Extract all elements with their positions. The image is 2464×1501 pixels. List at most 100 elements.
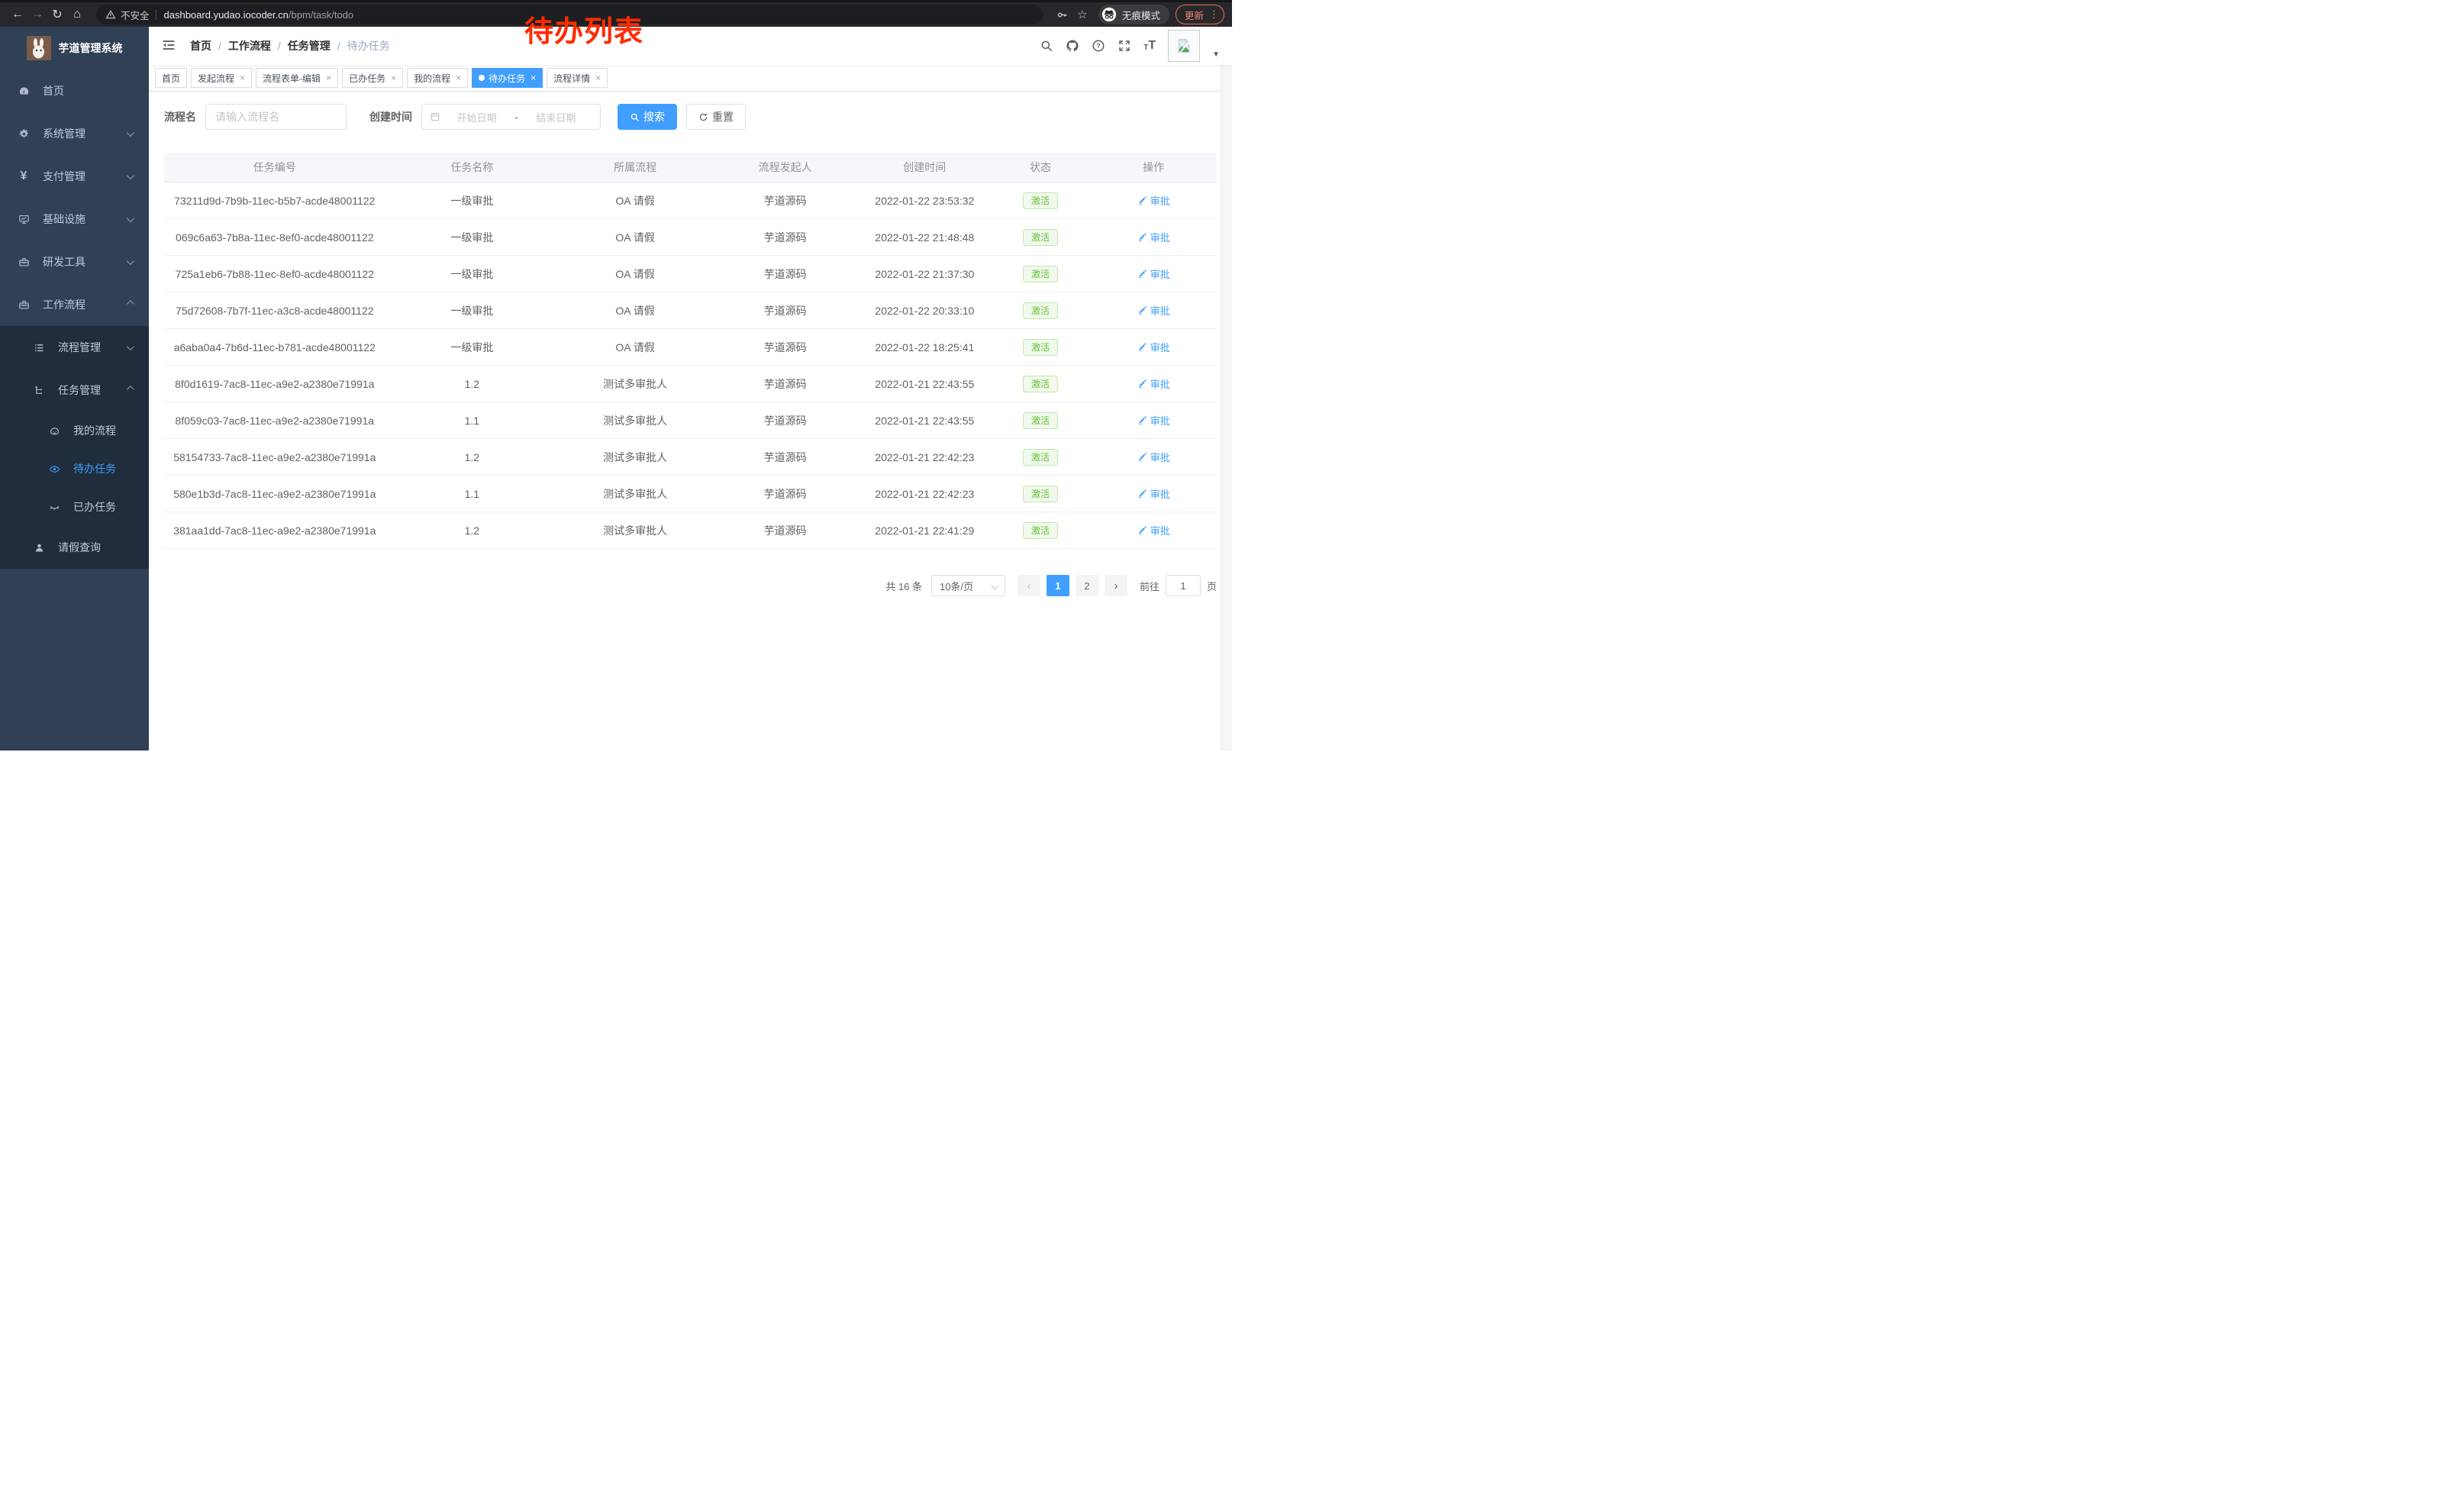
sidebar-item-label: 流程管理 (58, 340, 101, 355)
sidebar-collapse-icon[interactable] (161, 37, 178, 54)
sidebar-item-done-tasks[interactable]: 已办任务 (0, 488, 149, 526)
starter-cell: 芋道源码 (711, 512, 859, 549)
page-button-1[interactable]: 1 (1047, 575, 1069, 596)
calendar-icon (430, 111, 440, 122)
approve-link[interactable]: 审批 (1137, 376, 1170, 391)
fullscreen-icon[interactable] (1118, 39, 1131, 53)
approve-link[interactable]: 审批 (1137, 193, 1170, 208)
breadcrumb-home[interactable]: 首页 (190, 38, 211, 53)
table-row: 73211d9d-7b9b-11ec-b5b7-acde48001122 一级审… (164, 182, 1217, 219)
forward-icon[interactable]: → (27, 8, 47, 21)
sidebar-item-home[interactable]: 首页 (0, 69, 149, 112)
sidebar-item-process-management[interactable]: 流程管理 (0, 326, 149, 369)
url-domain: dashboard.yudao.iocoder.cn (164, 9, 289, 21)
search-button[interactable]: 搜索 (618, 104, 677, 130)
tab-close-icon[interactable] (456, 73, 461, 82)
chevron-right-icon: › (1114, 580, 1118, 592)
next-page-button[interactable]: › (1105, 575, 1127, 596)
address-bar[interactable]: 不安全 dashboard.yudao.iocoder.cn /bpm/task… (96, 5, 1043, 24)
breadcrumb-task-management[interactable]: 任务管理 (288, 38, 331, 53)
chevron-left-icon: ‹ (1027, 580, 1030, 592)
approve-link[interactable]: 审批 (1137, 450, 1170, 464)
browser-menu-icon[interactable]: ⋮ (1209, 8, 1219, 21)
screen: ← → ↻ ⌂ 不安全 dashboard.yudao.iocoder.cn /… (0, 0, 1232, 750)
approve-label: 审批 (1150, 413, 1170, 428)
back-icon[interactable]: ← (8, 8, 27, 21)
approve-label: 审批 (1150, 303, 1170, 318)
browser-update-button[interactable]: 更新 ⋮ (1176, 5, 1224, 24)
sidebar-item-todo-tasks[interactable]: 待办任务 (0, 450, 149, 488)
time-cell: 2022-01-22 21:37:30 (859, 256, 990, 292)
tab-close-icon[interactable] (326, 73, 331, 82)
sidebar-item-infrastructure[interactable]: 基础设施 (0, 198, 149, 240)
page-button-2[interactable]: 2 (1076, 575, 1098, 596)
sidebar-item-label: 研发工具 (43, 254, 85, 270)
tab-process-detail[interactable]: 流程详情 (547, 68, 608, 88)
bookmark-star-icon[interactable]: ☆ (1072, 8, 1092, 21)
breadcrumb-workflow[interactable]: 工作流程 (228, 38, 271, 53)
breadcrumb-current: 待办任务 (347, 38, 390, 53)
table-row: 069c6a63-7b8a-11ec-8ef0-acde48001122 一级审… (164, 219, 1217, 256)
password-key-icon[interactable] (1053, 8, 1072, 21)
table-row: a6aba0a4-7b6d-11ec-b781-acde48001122 一级审… (164, 329, 1217, 366)
page-size-select[interactable]: 10条/页 (931, 575, 1005, 596)
pagination-total: 共 16 条 (885, 579, 922, 593)
tab-done-tasks[interactable]: 已办任务 (342, 68, 403, 88)
search-icon[interactable] (1040, 39, 1053, 53)
tab-close-icon[interactable] (391, 73, 396, 82)
approve-link[interactable]: 审批 (1137, 486, 1170, 501)
task-id-cell: 8f0d1619-7ac8-11ec-a9e2-a2380e71991a (164, 366, 385, 402)
sidebar-item-leave-query[interactable]: 请假查询 (0, 526, 149, 569)
sidebar-item-label: 工作流程 (43, 297, 85, 312)
sidebar-item-workflow[interactable]: 工作流程 (0, 283, 149, 326)
starter-cell: 芋道源码 (711, 366, 859, 402)
sidebar-item-payment[interactable]: ¥ 支付管理 (0, 155, 149, 198)
sidebar-item-my-process[interactable]: 我的流程 (0, 412, 149, 450)
reload-icon[interactable]: ↻ (47, 7, 67, 22)
starter-cell: 芋道源码 (711, 219, 859, 256)
approve-label: 审批 (1150, 486, 1170, 501)
approve-link[interactable]: 审批 (1137, 413, 1170, 428)
tab-close-icon[interactable] (595, 73, 601, 82)
process-name-input[interactable] (205, 104, 347, 130)
status-badge: 激活 (1023, 486, 1058, 502)
sidebar-item-task-management[interactable]: 任务管理 (0, 369, 149, 412)
tab-form-edit[interactable]: 流程表单-编辑 (256, 68, 338, 88)
approve-link[interactable]: 审批 (1137, 230, 1170, 244)
update-label: 更新 (1185, 8, 1204, 22)
sidebar-item-dev-tools[interactable]: 研发工具 (0, 240, 149, 283)
avatar-dropdown-caret[interactable]: ▼ (1212, 50, 1220, 59)
approve-link[interactable]: 审批 (1137, 340, 1170, 354)
tab-close-icon[interactable] (240, 73, 245, 82)
approve-link[interactable]: 审批 (1137, 303, 1170, 318)
starter-cell: 芋道源码 (711, 256, 859, 292)
sidebar-item-label: 首页 (43, 83, 64, 98)
page-scrollbar[interactable] (1221, 27, 1232, 750)
help-icon[interactable]: ? (1092, 39, 1105, 53)
approve-link[interactable]: 审批 (1137, 523, 1170, 537)
tab-my-process[interactable]: 我的流程 (407, 68, 468, 88)
home-icon[interactable]: ⌂ (67, 8, 87, 21)
font-size-icon[interactable]: TT (1143, 40, 1156, 52)
edit-pen-icon (1137, 232, 1147, 242)
process-cell: 测试多审批人 (559, 439, 711, 476)
incognito-icon (1101, 7, 1117, 22)
approve-link[interactable]: 审批 (1137, 266, 1170, 281)
prev-page-button[interactable]: ‹ (1018, 575, 1040, 596)
avatar[interactable] (1168, 30, 1200, 62)
logo-image (27, 36, 51, 60)
app-window: 芋道管理系统 首页 系统管理 ¥ (0, 27, 1232, 750)
date-range-picker[interactable]: 开始日期 - 结束日期 (421, 104, 601, 130)
reset-button[interactable]: 重置 (686, 104, 746, 130)
tab-todo-tasks[interactable]: 待办任务 (472, 68, 543, 88)
sidebar-item-system[interactable]: 系统管理 (0, 112, 149, 155)
tab-close-icon[interactable] (531, 73, 536, 82)
eye-closed-icon (46, 502, 63, 513)
search-icon (630, 112, 640, 122)
process-cell: 测试多审批人 (559, 476, 711, 512)
tab-start-process[interactable]: 发起流程 (191, 68, 252, 88)
tab-home[interactable]: 首页 (155, 68, 187, 88)
table-row: 580e1b3d-7ac8-11ec-a9e2-a2380e71991a 1.1… (164, 476, 1217, 512)
github-icon[interactable] (1066, 39, 1079, 53)
goto-page-input[interactable] (1166, 575, 1201, 596)
